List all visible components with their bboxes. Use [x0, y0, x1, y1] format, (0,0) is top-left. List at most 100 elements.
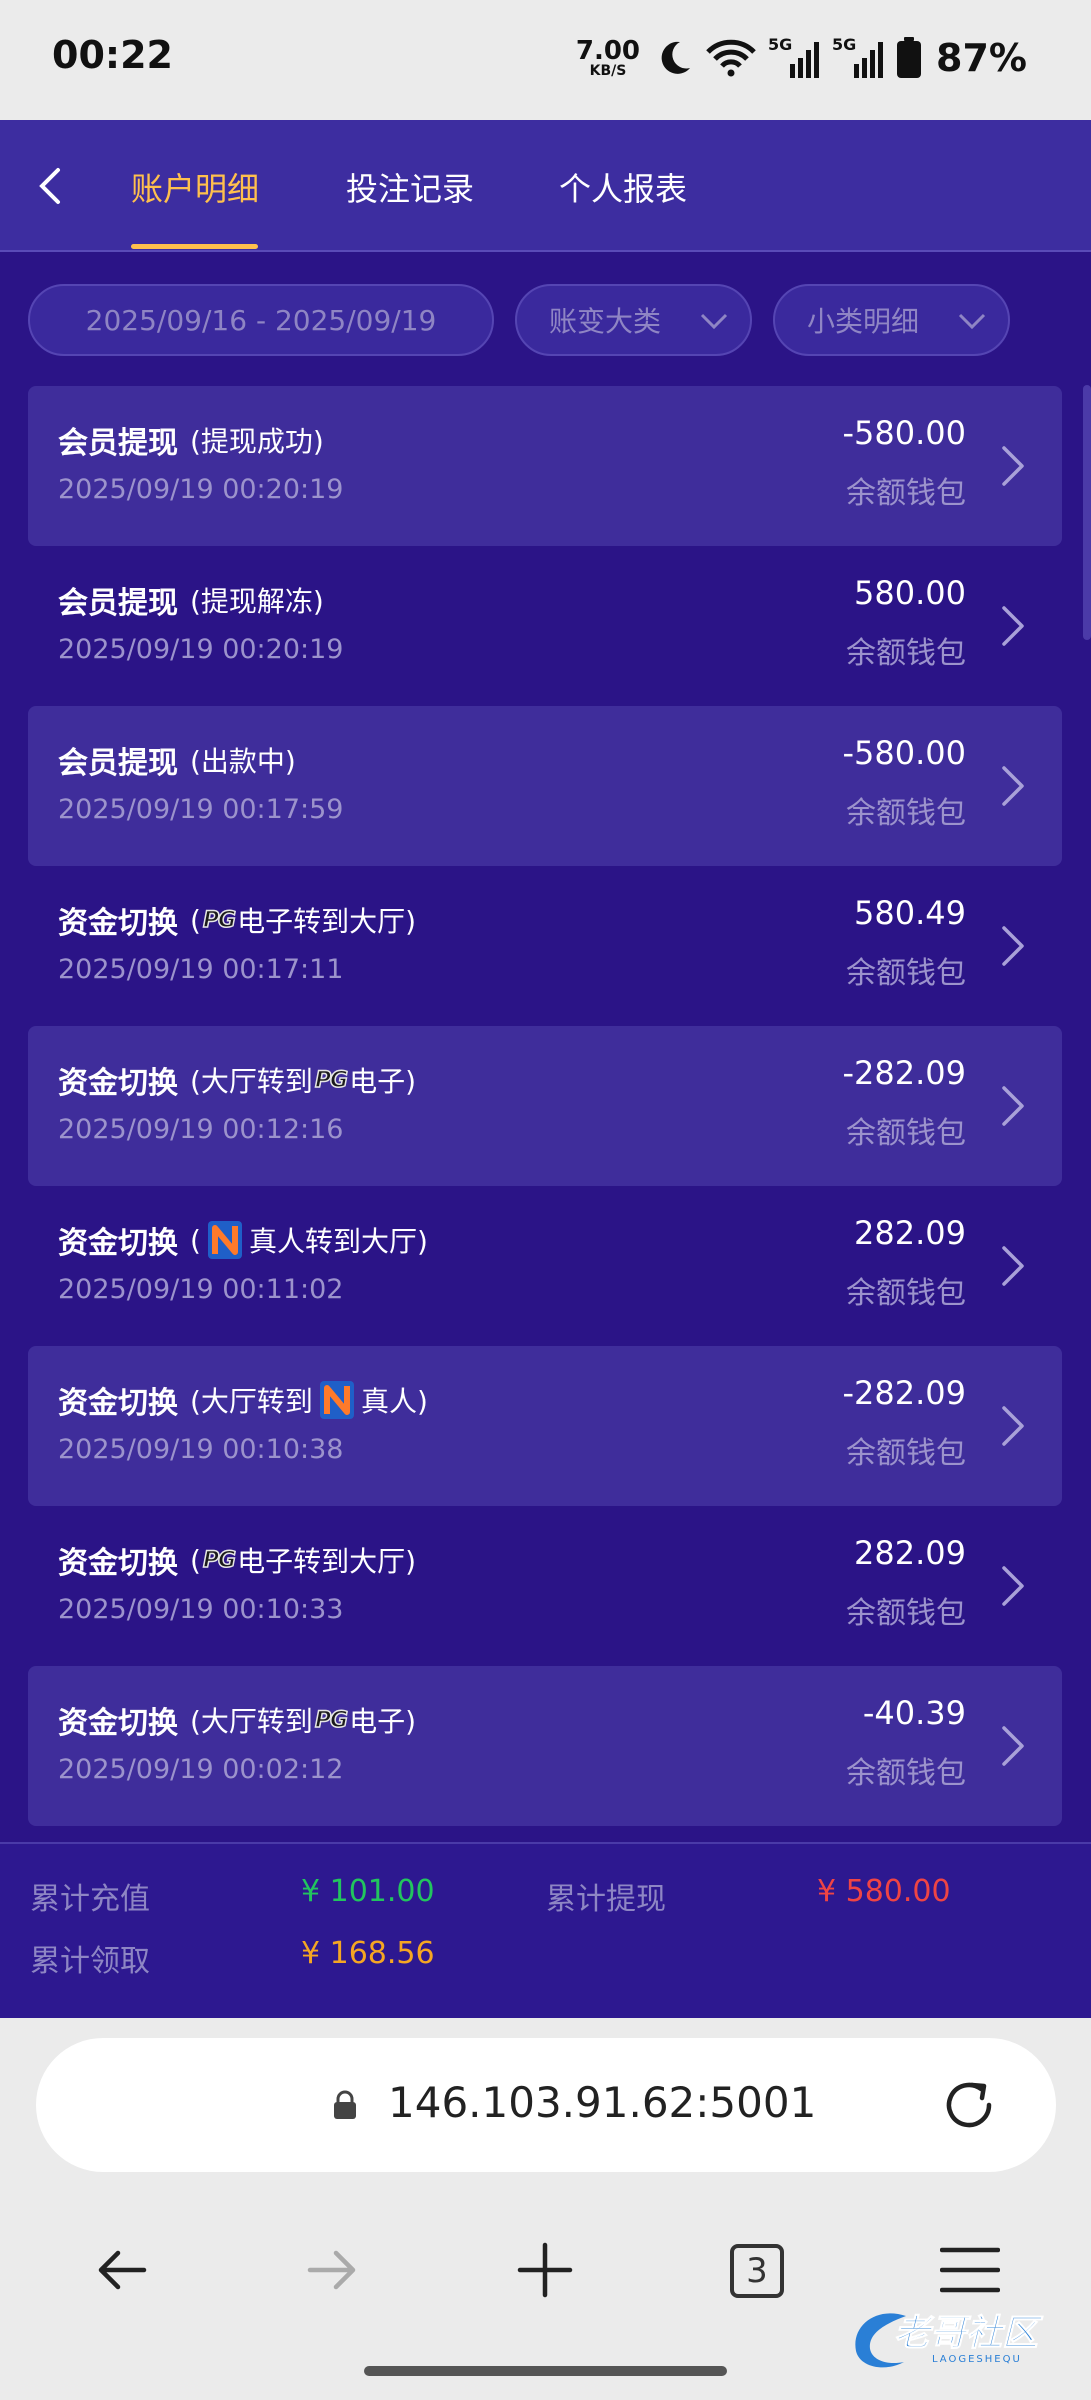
app-content: 账户明细 投注记录 个人报表 2025/09/16 - 2025/09/19 账… [0, 120, 1091, 2018]
transaction-detail: (大厅转到 PG 电子) [190, 1700, 416, 1740]
transaction-type: 资金切换 [58, 1546, 178, 1581]
transaction-detail-text: 电子转到大厅) [237, 1545, 417, 1578]
transaction-type: 会员提现 [58, 746, 178, 781]
date-range-picker[interactable]: 2025/09/16 - 2025/09/19 [28, 284, 494, 356]
transaction-row[interactable]: 会员提现 (提现解冻) 2025/09/19 00:20:19 580.00 余额钱包 [28, 546, 1062, 706]
forward-arrow-icon[interactable] [302, 2240, 362, 2300]
transaction-row[interactable]: 会员提现 (出款中) 2025/09/19 00:17:59 -580.00 余额钱包 [28, 706, 1062, 866]
transaction-title: 会员提现 (出款中) [58, 738, 296, 782]
transaction-row[interactable]: 资金切换 (大厅转到 PG 电子) 2025/09/19 00:12:16 -282.09… [28, 1026, 1062, 1186]
top-nav: 账户明细 投注记录 个人报表 [0, 120, 1091, 252]
chevron-right-icon[interactable] [1000, 1244, 1026, 1288]
net-speed-value: 7.00 [575, 36, 641, 66]
watermark-logo: 老哥社区 LAOGESHEQU [846, 2302, 1076, 2382]
transaction-detail-text: ( [190, 903, 201, 937]
claim-total-label: 累计领取 [30, 1944, 150, 1979]
live-casino-logo-icon [207, 1221, 242, 1259]
transaction-amount: -580.00 [842, 414, 966, 452]
transaction-row[interactable]: 资金切换 (大厅转到 PG 电子) 2025/09/19 00:02:12 -40.39 余… [28, 1666, 1062, 1826]
menu-icon[interactable] [940, 2240, 1000, 2300]
transaction-amount: -282.09 [842, 1054, 966, 1092]
transaction-detail: (提现成功) [190, 420, 324, 460]
watermark-subtext: LAOGESHEQU [932, 2354, 1022, 2365]
chevron-right-icon[interactable] [1000, 1084, 1026, 1128]
chevron-right-icon[interactable] [1000, 444, 1026, 488]
net-speed-unit: KB/S [589, 63, 627, 79]
chevron-right-icon[interactable] [1000, 764, 1026, 808]
tab-bet-records[interactable]: 投注记录 [346, 164, 474, 210]
transaction-time: 2025/09/19 00:12:16 [58, 1114, 344, 1145]
pg-logo-icon: PG [314, 1067, 349, 1094]
transaction-detail: (真人转到大厅) [190, 1220, 428, 1260]
chevron-down-icon [700, 313, 728, 330]
active-tab-indicator [131, 244, 258, 249]
transaction-type: 资金切换 [58, 1386, 178, 1421]
wallet-label: 余额钱包 [846, 796, 966, 831]
transaction-type: 资金切换 [58, 1226, 178, 1261]
transaction-detail-text: 电子) [349, 1705, 417, 1738]
live-casino-logo-icon [319, 1381, 354, 1419]
transaction-detail: (出款中) [190, 740, 296, 780]
transaction-detail-text: 电子) [349, 1065, 417, 1098]
url-text: 146.103.91.62:5001 [388, 2078, 817, 2127]
signal-5g-icon: 5G [768, 36, 820, 78]
tab-count-button[interactable]: 3 [730, 2244, 784, 2298]
battery-percent: 87% [936, 36, 1027, 80]
battery-icon [897, 37, 922, 78]
scrollbar[interactable] [1083, 385, 1091, 640]
transaction-row[interactable]: 资金切换 (PG 电子转到大厅) 2025/09/19 00:10:33 282.09 余… [28, 1506, 1062, 1666]
transaction-row[interactable]: 资金切换 (真人转到大厅) 2025/09/19 00:11:02 282.09 余额钱… [28, 1186, 1062, 1346]
transaction-type: 资金切换 [58, 906, 178, 941]
moon-icon [661, 41, 691, 74]
transaction-time: 2025/09/19 00:17:59 [58, 794, 344, 825]
category-dropdown[interactable]: 账变大类 [515, 284, 752, 356]
transaction-detail: (大厅转到 PG 电子) [190, 1060, 416, 1100]
transaction-row[interactable]: 资金切换 (PG 电子转到大厅) 2025/09/19 00:17:11 580.49 余… [28, 866, 1062, 1026]
transaction-time: 2025/09/19 00:20:19 [58, 474, 344, 505]
transaction-time: 2025/09/19 00:20:19 [58, 634, 344, 665]
transaction-detail: (PG 电子转到大厅) [190, 900, 416, 940]
transaction-amount: 580.00 [854, 574, 966, 612]
chevron-right-icon[interactable] [1000, 604, 1026, 648]
date-range-value: 2025/09/16 - 2025/09/19 [85, 303, 437, 337]
transaction-row[interactable]: 资金切换 (大厅转到 真人) 2025/09/19 00:10:38 -282.09 余额… [28, 1346, 1062, 1506]
transaction-detail-text: 电子转到大厅) [237, 905, 417, 938]
address-bar[interactable]: 146.103.91.62:5001 [36, 2038, 1056, 2172]
transaction-title: 资金切换 (大厅转到 PG 电子) [58, 1058, 416, 1102]
chevron-right-icon[interactable] [1000, 1724, 1026, 1768]
transaction-type: 会员提现 [58, 426, 178, 461]
claim-total-value: ¥ 168.56 [301, 1936, 435, 1971]
tab-account-details[interactable]: 账户明细 [131, 164, 259, 210]
transaction-detail-text: ( [190, 1543, 201, 1577]
chevron-right-icon[interactable] [1000, 924, 1026, 968]
filter-bar: 2025/09/16 - 2025/09/19 账变大类 小类明细 [0, 284, 1091, 356]
transaction-time: 2025/09/19 00:11:02 [58, 1274, 344, 1305]
transaction-title: 会员提现 (提现成功) [58, 418, 324, 462]
home-indicator[interactable] [364, 2366, 727, 2376]
chevron-right-icon[interactable] [1000, 1564, 1026, 1608]
transaction-title: 资金切换 (PG 电子转到大厅) [58, 1538, 416, 1582]
back-icon[interactable] [30, 164, 70, 208]
status-time: 00:22 [52, 33, 173, 77]
svg-text:5G: 5G [768, 36, 792, 54]
chevron-down-icon [958, 313, 986, 330]
subcategory-dropdown[interactable]: 小类明细 [773, 284, 1010, 356]
deposit-total-label: 累计充值 [30, 1882, 150, 1917]
transaction-detail-text: (出款中) [190, 745, 296, 778]
reload-icon[interactable] [940, 2076, 998, 2134]
transaction-time: 2025/09/19 00:10:38 [58, 1434, 344, 1465]
transaction-title: 会员提现 (提现解冻) [58, 578, 324, 622]
summary-panel: 累计充值 ¥ 101.00 累计提现 ¥ 580.00 累计领取 ¥ 168.5… [0, 1842, 1091, 2018]
back-arrow-icon[interactable] [92, 2240, 152, 2300]
transaction-row[interactable]: 会员提现 (提现成功) 2025/09/19 00:20:19 -580.00 余额钱包 [28, 386, 1062, 546]
wallet-label: 余额钱包 [846, 956, 966, 991]
tab-personal-report[interactable]: 个人报表 [559, 164, 687, 210]
transaction-time: 2025/09/19 00:17:11 [58, 954, 344, 985]
chevron-right-icon[interactable] [1000, 1404, 1026, 1448]
category-label: 账变大类 [549, 305, 662, 338]
watermark-text: 老哥社区 [893, 2313, 1039, 2355]
wallet-label: 余额钱包 [846, 1276, 966, 1311]
transaction-detail-text: (大厅转到 [190, 1705, 313, 1738]
new-tab-icon[interactable] [515, 2240, 575, 2300]
transaction-time: 2025/09/19 00:10:33 [58, 1594, 344, 1625]
